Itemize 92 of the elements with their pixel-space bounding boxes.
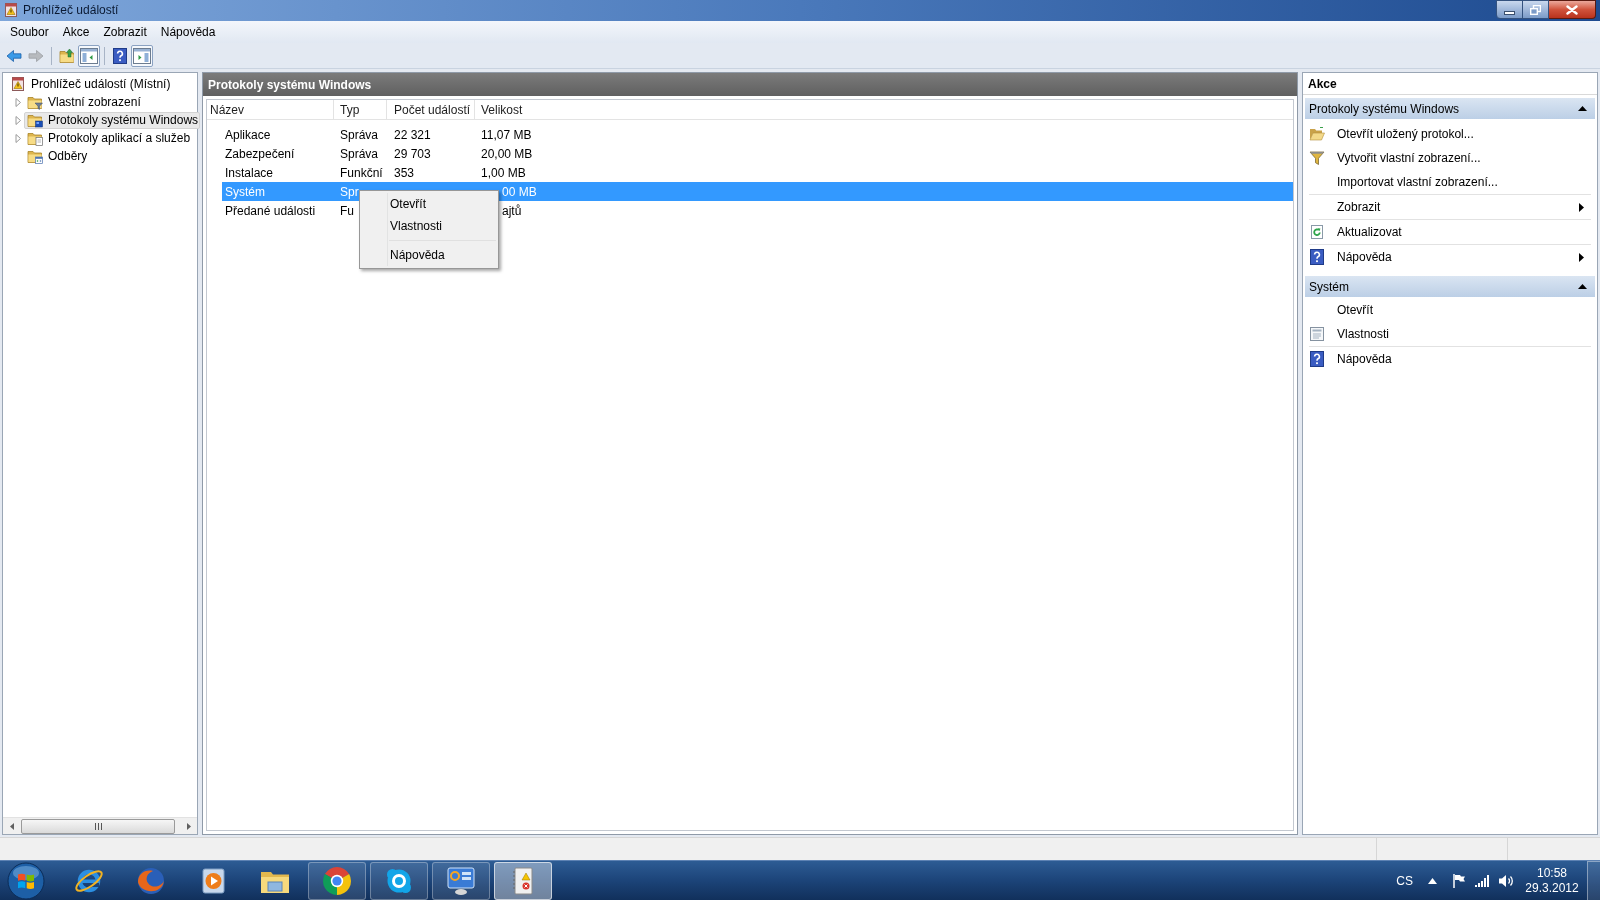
section-header[interactable]: Protokoly systému Windows bbox=[1305, 98, 1595, 119]
refresh-icon bbox=[1309, 224, 1325, 240]
table-cell-text: Aplikace bbox=[225, 126, 271, 144]
folder-document-icon bbox=[27, 130, 43, 146]
pane-toggle-button[interactable] bbox=[131, 44, 153, 67]
scrollbar-thumb[interactable] bbox=[21, 818, 175, 834]
table-cell-text: Spr bbox=[340, 183, 359, 201]
show-desktop-button[interactable] bbox=[1587, 861, 1600, 900]
column-header[interactable]: Velikost bbox=[475, 99, 1293, 120]
table-cell-text: ajtů bbox=[502, 202, 522, 220]
section-header[interactable]: Systém bbox=[1305, 276, 1595, 297]
back-arrow-icon bbox=[6, 47, 22, 64]
event-log-icon bbox=[10, 76, 26, 92]
window-pane-icon bbox=[80, 47, 98, 64]
table-cell-text: Zabezpečení bbox=[225, 145, 295, 163]
minimize-button[interactable] bbox=[1496, 0, 1523, 19]
window-pane-icon bbox=[133, 47, 151, 64]
taskbar-button[interactable] bbox=[308, 861, 366, 900]
action-link[interactable]: Vytvořit vlastní zobrazení... bbox=[1303, 146, 1597, 170]
menu-item[interactable]: Nápověda bbox=[153, 22, 223, 42]
clock-time[interactable]: 10:58 bbox=[1537, 865, 1567, 881]
show-hidden-icons-icon[interactable] bbox=[1428, 877, 1437, 884]
tree-toggle-button[interactable] bbox=[78, 44, 100, 67]
event-log-icon bbox=[3, 2, 19, 18]
grip-icon bbox=[94, 822, 102, 830]
table-cell-text: Fu bbox=[340, 202, 354, 220]
action-link[interactable]: Nápověda bbox=[1303, 347, 1597, 371]
help-icon bbox=[1309, 249, 1325, 265]
taskbar-button[interactable] bbox=[432, 861, 490, 900]
speaker-icon[interactable] bbox=[1498, 873, 1514, 888]
folder-calendar-icon bbox=[27, 148, 43, 164]
action-link[interactable]: Vlastnosti bbox=[1303, 322, 1597, 346]
restore-icon bbox=[1530, 4, 1541, 15]
language-indicator[interactable]: CS bbox=[1396, 871, 1413, 890]
menu-item[interactable]: Nápověda bbox=[360, 244, 498, 266]
table-cell-text: 20,00 MB bbox=[481, 145, 533, 163]
scroll-right-arrow-icon[interactable] bbox=[186, 822, 191, 830]
tree-item[interactable]: Protokoly systému Windows bbox=[24, 111, 201, 129]
menu-item[interactable]: Soubor bbox=[3, 22, 56, 42]
window-title: Prohlížeč událostí bbox=[23, 3, 119, 18]
folder-funnel-icon bbox=[27, 94, 43, 110]
open-folder-icon bbox=[1309, 126, 1325, 142]
properties-icon bbox=[1309, 326, 1325, 342]
menu-item[interactable]: Akce bbox=[55, 22, 97, 42]
start-orb-icon[interactable] bbox=[6, 861, 46, 900]
column-header[interactable]: Počet událostí bbox=[387, 99, 475, 120]
close-icon bbox=[1566, 4, 1578, 15]
table-cell-text: 353 bbox=[394, 164, 415, 182]
table-cell-text: 29 703 bbox=[394, 145, 431, 163]
taskbar-button[interactable] bbox=[494, 861, 552, 900]
close-button[interactable] bbox=[1549, 0, 1596, 19]
minimize-icon bbox=[1504, 10, 1515, 15]
tree-item[interactable]: Vlastní zobrazení bbox=[24, 93, 143, 111]
signal-bars-icon[interactable] bbox=[1475, 874, 1489, 887]
taskbar-button[interactable] bbox=[370, 861, 428, 900]
folder-arrow-icon bbox=[59, 47, 75, 64]
action-link[interactable]: Otevřít uložený protokol... bbox=[1303, 122, 1597, 146]
tree-item[interactable]: Prohlížeč událostí (Místní) bbox=[7, 75, 173, 93]
funnel-icon bbox=[1309, 150, 1325, 166]
table-cell-text: Systém bbox=[225, 183, 265, 201]
action-link[interactable]: Otevřít bbox=[1303, 298, 1597, 322]
wheel-logo-icon bbox=[321, 864, 353, 897]
table-cell-text: Správa bbox=[340, 126, 379, 144]
column-header[interactable]: Název bbox=[207, 99, 334, 120]
table-cell-text: Předané události bbox=[225, 202, 316, 220]
panel-title: Protokoly systému Windows bbox=[203, 73, 1297, 96]
table-cell-text: 1,00 MB bbox=[481, 164, 526, 182]
help-icon bbox=[112, 47, 128, 64]
action-link[interactable]: Nápověda bbox=[1303, 245, 1597, 269]
tree-item[interactable]: Protokoly aplikací a služeb bbox=[24, 129, 193, 147]
table-cell-text: 00 MB bbox=[502, 183, 537, 201]
table-cell-text: Instalace bbox=[225, 164, 274, 182]
menu-item[interactable]: Zobrazit bbox=[96, 22, 154, 42]
column-header[interactable]: Typ bbox=[334, 99, 387, 120]
action-link[interactable]: Aktualizovat bbox=[1303, 220, 1597, 244]
pane-title: Akce bbox=[1303, 73, 1597, 95]
action-link[interactable]: Zobrazit bbox=[1303, 195, 1597, 219]
folder-window-icon bbox=[27, 112, 43, 128]
dashboard-icon bbox=[445, 864, 477, 897]
menu-item[interactable]: Vlastnosti bbox=[360, 215, 498, 237]
table-cell-text: 22 321 bbox=[394, 126, 431, 144]
scroll-left-arrow-icon[interactable] bbox=[9, 822, 14, 830]
tree-item[interactable]: Odběry bbox=[24, 147, 90, 165]
forward-arrow-icon bbox=[28, 47, 44, 64]
action-link[interactable]: Importovat vlastní zobrazení... bbox=[1303, 170, 1597, 194]
help-icon bbox=[1309, 351, 1325, 367]
flag-icon[interactable] bbox=[1453, 873, 1465, 888]
clock-date[interactable]: 29.3.2012 bbox=[1525, 880, 1579, 896]
table-cell-text: Funkční bbox=[340, 164, 383, 182]
table-cell-text: 11,07 MB bbox=[481, 126, 532, 144]
restore-button[interactable] bbox=[1523, 0, 1549, 19]
table-cell-text: Správa bbox=[340, 145, 379, 163]
